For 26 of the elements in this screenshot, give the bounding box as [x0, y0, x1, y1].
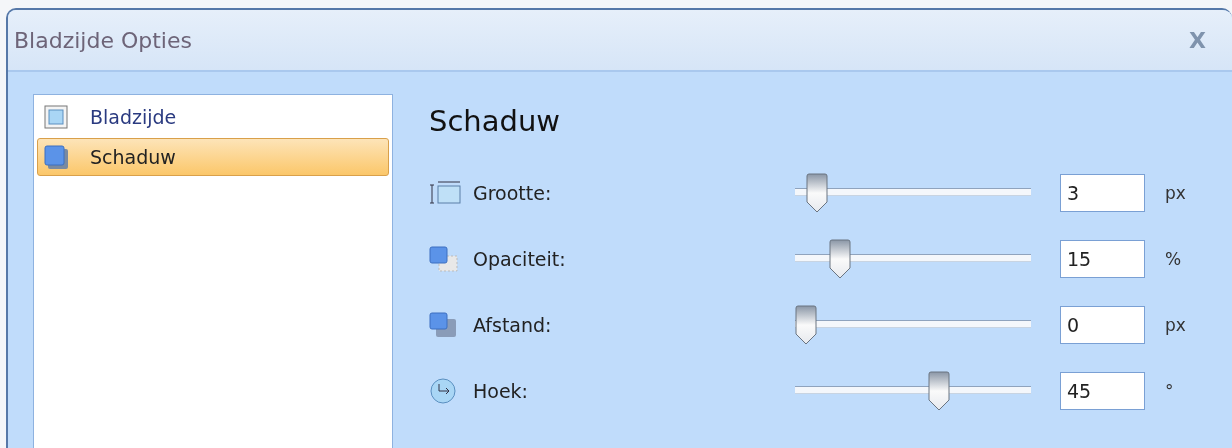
section-heading: Schaduw [429, 104, 561, 138]
value-field[interactable]: 15 [1060, 240, 1145, 278]
setting-label: Afstand: [473, 314, 553, 336]
page-icon [44, 105, 68, 129]
sidebar-item[interactable]: Schaduw [37, 138, 389, 176]
sidebar-item[interactable]: Bladzijde [37, 98, 389, 136]
slider-thumb[interactable] [805, 173, 828, 213]
unit-label: ° [1165, 381, 1174, 401]
slider-thumb[interactable] [927, 371, 950, 411]
value-field[interactable]: 0 [1060, 306, 1145, 344]
square-icon [44, 145, 68, 169]
setting-label: Grootte: [473, 182, 553, 204]
setting-label: Opaciteit: [473, 248, 567, 270]
slider-thumb[interactable] [829, 239, 852, 279]
opacity-icon [429, 246, 459, 272]
distance-icon [429, 312, 459, 338]
angle-icon [429, 378, 459, 404]
slider-thumb[interactable] [795, 305, 817, 345]
unit-label: px [1165, 183, 1186, 203]
value-field[interactable]: 3 [1060, 174, 1145, 212]
size-icon [429, 181, 461, 205]
window-title: Bladzijde Opties [14, 27, 192, 53]
value-field[interactable]: 45 [1060, 372, 1145, 410]
unit-label: px [1165, 315, 1186, 335]
unit-label: % [1165, 249, 1182, 269]
setting-label: Hoek: [473, 380, 529, 402]
